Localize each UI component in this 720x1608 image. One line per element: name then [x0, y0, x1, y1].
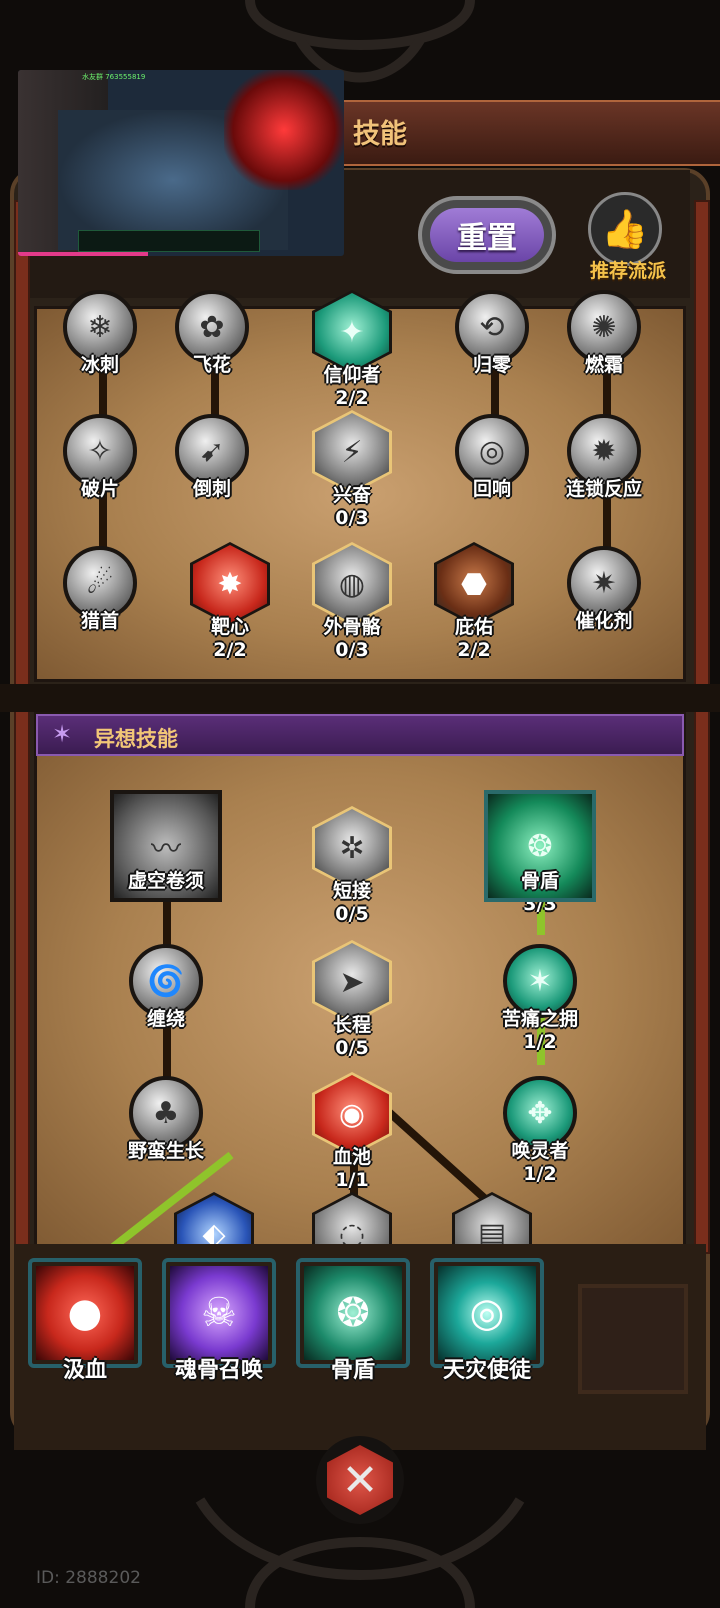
right-frame-rail	[694, 200, 710, 1254]
skill-node[interactable]: ♣ 野蛮生长	[91, 1076, 241, 1163]
section-header: ✶ 异想技能	[36, 714, 684, 756]
panel-divider	[0, 684, 720, 712]
skill-name: 庇佑	[454, 616, 493, 638]
skill-node[interactable]: ✹ 连锁反应	[529, 414, 679, 501]
skill-node[interactable]: ➹ 倒刺	[137, 414, 287, 501]
recommend-build-label: 推荐流派	[589, 260, 666, 282]
bone-shield-icon: ❂	[304, 1266, 402, 1360]
skill-name: 兴奋	[332, 484, 371, 506]
stream-overlay-video: 水友群 763555819	[18, 70, 344, 256]
reset-button[interactable]: 重置	[418, 196, 556, 274]
section-title: 异想技能	[94, 727, 178, 751]
skill-level: 0/5	[335, 903, 369, 925]
skill-level: 2/2	[457, 639, 491, 661]
skill-node[interactable]: ❂ 骨盾 3/3	[465, 790, 615, 915]
skill-name: 猎首	[80, 610, 119, 632]
skill-level: 2/2	[335, 387, 369, 409]
page-title: 技能	[353, 119, 407, 150]
skill-node[interactable]: ✿ 飞花	[137, 290, 287, 377]
star-icon: ✶	[52, 720, 73, 748]
equipped-slot-label: 骨盾	[330, 1358, 375, 1383]
skill-node[interactable]: ✲ 短接 0/5	[277, 806, 427, 925]
equipped-slot-label: 魂骨召唤	[174, 1358, 263, 1383]
game-hud	[78, 230, 260, 252]
skill-name: 信仰者	[323, 364, 381, 386]
skill-name: 唤灵者	[511, 1140, 569, 1162]
skill-node[interactable]: ✺ 燃霜	[529, 290, 679, 377]
equipped-slot-label: 天灾使徒	[442, 1358, 531, 1383]
empty-slot[interactable]	[578, 1284, 688, 1394]
thumbs-up-icon: 👍	[588, 192, 662, 266]
soulbone-summon-icon: ☠	[170, 1266, 268, 1360]
skill-name: 短接	[332, 880, 371, 902]
player-id: ID: 2888202	[36, 1568, 141, 1588]
skill-node[interactable]: ⚡ 兴奋 0/3	[277, 410, 427, 529]
skill-level: 0/5	[335, 1037, 369, 1059]
skill-node[interactable]: 〰 虚空卷须	[91, 790, 241, 902]
skill-level: 0/3	[335, 507, 369, 529]
skill-name: 苦痛之拥	[501, 1008, 578, 1030]
stream-text: 水友群 763555819	[82, 73, 146, 81]
reset-label: 重置	[430, 208, 544, 262]
skill-name: 催化剂	[575, 610, 633, 632]
skill-name: 飞花	[192, 354, 231, 376]
skill-node[interactable]: ✦ 信仰者 2/2	[277, 290, 427, 409]
skill-name: 缠绕	[146, 1008, 185, 1030]
skill-name: 骨盾	[520, 870, 559, 892]
equipped-slot-label: 汲血	[62, 1358, 107, 1383]
skill-level: 1/2	[523, 1031, 557, 1053]
recommend-build-button[interactable]: 👍 推荐流派	[578, 190, 678, 290]
skill-node[interactable]: ➤ 长程 0/5	[277, 940, 427, 1059]
skill-name: 连锁反应	[565, 478, 642, 500]
close-button[interactable]: ✕	[316, 1436, 404, 1524]
skill-node[interactable]: ✷ 催化剂	[529, 546, 679, 633]
skill-name: 倒刺	[192, 478, 231, 500]
skill-node[interactable]: 🌀 缠绕	[91, 944, 241, 1031]
skill-name: 虚空卷须	[127, 870, 204, 892]
skill-name: 燃霜	[584, 354, 623, 376]
skill-name: 野蛮生长	[127, 1140, 204, 1162]
skill-name: 血池	[332, 1146, 371, 1168]
blood-drain-icon: ●	[36, 1266, 134, 1360]
skill-node[interactable]: ☄ 猎首	[25, 546, 175, 633]
skill-node[interactable]: ⬣ 庇佑 2/2	[399, 542, 549, 661]
skill-name: 长程	[332, 1014, 371, 1036]
skill-node[interactable]: ✶ 苦痛之拥 1/2	[465, 944, 615, 1053]
plague-apostle-icon: ◎	[438, 1266, 536, 1360]
close-icon: ✕	[327, 1445, 393, 1515]
skill-node[interactable]: ✥ 唤灵者 1/2	[465, 1076, 615, 1185]
skill-node[interactable]: ◉ 血池 1/1	[277, 1072, 427, 1191]
